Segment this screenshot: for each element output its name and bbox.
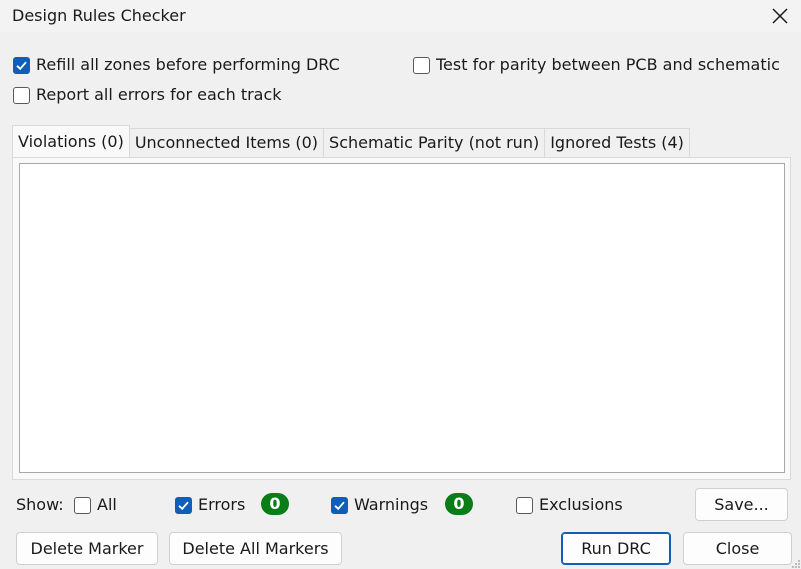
show-all-checkbox[interactable] (74, 496, 91, 514)
report-all-errors-checkbox[interactable] (13, 86, 30, 104)
show-warnings-label: Warnings (354, 495, 429, 514)
show-all-label: All (97, 495, 117, 514)
close-icon[interactable] (766, 3, 794, 29)
results-tabs: Violations (0) Unconnected Items (0) Sch… (12, 125, 690, 157)
checkmark-icon (178, 501, 189, 510)
warnings-count-badge: 0 (445, 493, 473, 515)
show-warnings-checkbox[interactable] (331, 496, 348, 514)
test-parity-checkbox[interactable] (413, 56, 430, 74)
checkmark-icon (334, 501, 345, 510)
show-exclusions-checkbox-row[interactable]: Exclusions (516, 495, 623, 515)
show-errors-checkbox-row[interactable]: Errors (175, 495, 245, 515)
tab-violations[interactable]: Violations (0) (12, 125, 130, 157)
title-bar: Design Rules Checker (0, 0, 801, 32)
tab-unconnected-items[interactable]: Unconnected Items (0) (129, 128, 325, 157)
show-errors-checkbox[interactable] (175, 496, 192, 514)
show-exclusions-checkbox[interactable] (516, 496, 533, 514)
run-drc-button[interactable]: Run DRC (561, 532, 671, 565)
show-label: Show: (16, 495, 64, 514)
drc-dialog: Design Rules Checker Refill all zones be… (0, 0, 801, 569)
violations-list[interactable] (19, 163, 785, 473)
refill-zones-checkbox-row[interactable]: Refill all zones before performing DRC (13, 55, 340, 75)
refill-zones-label: Refill all zones before performing DRC (36, 55, 340, 74)
show-warnings-checkbox-row[interactable]: Warnings (331, 495, 428, 515)
delete-all-markers-button[interactable]: Delete All Markers (169, 532, 342, 565)
report-all-errors-label: Report all errors for each track (36, 85, 282, 104)
report-all-errors-checkbox-row[interactable]: Report all errors for each track (13, 85, 282, 105)
delete-marker-button[interactable]: Delete Marker (16, 532, 158, 565)
show-all-checkbox-row[interactable]: All (74, 495, 117, 515)
save-button[interactable]: Save... (695, 488, 788, 521)
close-button[interactable]: Close (683, 532, 792, 565)
resize-grip-icon[interactable] (791, 559, 801, 569)
test-parity-label: Test for parity between PCB and schemati… (436, 55, 780, 74)
checkmark-icon (16, 61, 27, 70)
refill-zones-checkbox[interactable] (13, 56, 30, 74)
show-errors-label: Errors (198, 495, 246, 514)
errors-count-badge: 0 (261, 493, 289, 515)
test-parity-checkbox-row[interactable]: Test for parity between PCB and schemati… (413, 55, 780, 75)
tab-schematic-parity[interactable]: Schematic Parity (not run) (324, 128, 546, 157)
tab-ignored-tests[interactable]: Ignored Tests (4) (545, 128, 690, 157)
show-exclusions-label: Exclusions (539, 495, 623, 514)
window-title: Design Rules Checker (12, 6, 186, 25)
